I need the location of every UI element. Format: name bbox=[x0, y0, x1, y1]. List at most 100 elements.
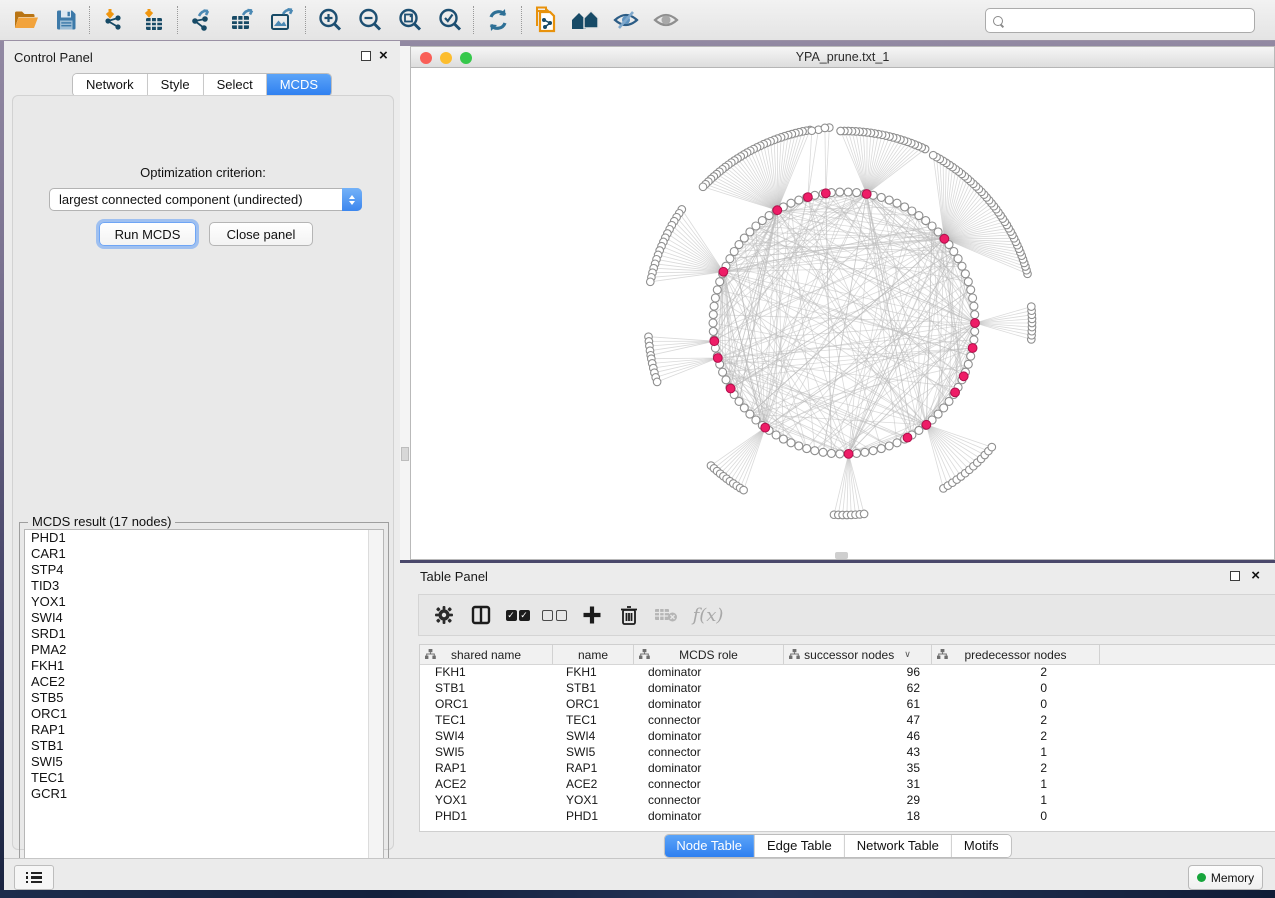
ring-node[interactable] bbox=[967, 352, 975, 360]
connector-node[interactable] bbox=[951, 388, 960, 397]
tab-select[interactable]: Select bbox=[204, 74, 267, 96]
open-file-icon[interactable] bbox=[6, 4, 46, 36]
fan-node[interactable] bbox=[1028, 303, 1036, 311]
ring-node[interactable] bbox=[853, 189, 861, 197]
fan-node[interactable] bbox=[821, 124, 829, 132]
fan-node[interactable] bbox=[740, 486, 748, 494]
mcds-result-item[interactable]: SWI5 bbox=[25, 754, 383, 770]
column-settings-icon[interactable] bbox=[425, 599, 462, 631]
tab-edge-table[interactable]: Edge Table bbox=[755, 835, 845, 857]
ring-node[interactable] bbox=[819, 448, 827, 456]
dominator-hub-node[interactable] bbox=[804, 193, 813, 202]
ring-node[interactable] bbox=[772, 431, 780, 439]
fan-node[interactable] bbox=[808, 127, 816, 135]
ring-node[interactable] bbox=[861, 448, 869, 456]
zoom-out-icon[interactable] bbox=[350, 4, 390, 36]
float-table-panel-icon[interactable] bbox=[1230, 571, 1240, 581]
table-row[interactable]: SWI4SWI4dominator462 bbox=[420, 729, 1275, 745]
ring-node[interactable] bbox=[827, 449, 835, 457]
ring-node[interactable] bbox=[885, 442, 893, 450]
ring-node[interactable] bbox=[893, 439, 901, 447]
connector-node[interactable] bbox=[726, 384, 735, 393]
close-table-panel-icon[interactable]: × bbox=[1251, 571, 1260, 581]
optimization-criterion-select[interactable]: largest connected component (undirected) bbox=[49, 188, 362, 211]
dominator-hub-node[interactable] bbox=[821, 189, 830, 198]
ring-node[interactable] bbox=[811, 447, 819, 455]
ring-node[interactable] bbox=[795, 442, 803, 450]
ring-node[interactable] bbox=[726, 255, 734, 263]
network-view-titlebar[interactable]: YPA_prune.txt_1 bbox=[411, 47, 1274, 68]
mcds-list-scrollbar[interactable] bbox=[368, 530, 383, 889]
import-table-icon[interactable] bbox=[134, 4, 174, 36]
add-column-icon[interactable] bbox=[573, 599, 610, 631]
network-vertical-scroll-thumb[interactable] bbox=[401, 447, 409, 461]
ring-node[interactable] bbox=[969, 294, 977, 302]
column-header[interactable]: shared name bbox=[420, 645, 553, 664]
mcds-result-item[interactable]: PHD1 bbox=[25, 530, 383, 546]
tab-motifs[interactable]: Motifs bbox=[952, 835, 1011, 857]
mcds-result-item[interactable]: SRD1 bbox=[25, 626, 383, 642]
fan-node[interactable] bbox=[929, 151, 937, 159]
mcds-result-item[interactable]: CAR1 bbox=[25, 546, 383, 562]
import-network-icon[interactable] bbox=[94, 4, 134, 36]
ring-node[interactable] bbox=[908, 207, 916, 215]
connector-node[interactable] bbox=[959, 372, 968, 381]
ring-node[interactable] bbox=[922, 217, 930, 225]
mcds-result-item[interactable]: YOX1 bbox=[25, 594, 383, 610]
hide-selected-icon[interactable] bbox=[606, 4, 646, 36]
select-all-checkbox-icon[interactable]: ✓ ✓ bbox=[499, 599, 536, 631]
show-task-history-button[interactable] bbox=[14, 865, 54, 890]
ring-node[interactable] bbox=[958, 262, 966, 270]
export-table-icon[interactable] bbox=[222, 4, 262, 36]
mcds-result-item[interactable]: STB1 bbox=[25, 738, 383, 754]
close-panel-button[interactable]: Close panel bbox=[209, 222, 313, 246]
mcds-result-item[interactable]: SWI4 bbox=[25, 610, 383, 626]
zoom-fit-icon[interactable] bbox=[390, 4, 430, 36]
ring-node[interactable] bbox=[915, 212, 923, 220]
mcds-result-item[interactable]: TID3 bbox=[25, 578, 383, 594]
ring-node[interactable] bbox=[836, 188, 844, 196]
tab-network-table[interactable]: Network Table bbox=[845, 835, 952, 857]
dominator-hub-node[interactable] bbox=[761, 423, 770, 432]
mcds-result-item[interactable]: ORC1 bbox=[25, 706, 383, 722]
fan-node[interactable] bbox=[653, 378, 661, 386]
table-row[interactable]: STB1STB1dominator620 bbox=[420, 681, 1275, 697]
mcds-result-item[interactable]: PMA2 bbox=[25, 642, 383, 658]
run-mcds-button[interactable]: Run MCDS bbox=[99, 222, 196, 246]
ring-node[interactable] bbox=[711, 294, 719, 302]
ring-node[interactable] bbox=[893, 199, 901, 207]
ring-node[interactable] bbox=[853, 449, 861, 457]
ring-node[interactable] bbox=[779, 435, 787, 443]
ring-node[interactable] bbox=[961, 270, 969, 278]
refresh-icon[interactable] bbox=[478, 4, 518, 36]
mcds-result-item[interactable]: STP4 bbox=[25, 562, 383, 578]
column-header[interactable]: MCDS role bbox=[634, 645, 784, 664]
mcds-result-item[interactable]: ACE2 bbox=[25, 674, 383, 690]
mcds-result-item[interactable]: RAP1 bbox=[25, 722, 383, 738]
first-neighbors-icon[interactable] bbox=[566, 4, 606, 36]
save-session-icon[interactable] bbox=[46, 4, 86, 36]
export-image-icon[interactable] bbox=[262, 4, 302, 36]
ring-node[interactable] bbox=[803, 445, 811, 453]
dominator-hub-node[interactable] bbox=[710, 337, 719, 346]
dominator-hub-node[interactable] bbox=[713, 354, 722, 363]
table-row[interactable]: TEC1TEC1connector472 bbox=[420, 713, 1275, 729]
show-all-icon[interactable] bbox=[646, 4, 686, 36]
dominator-hub-node[interactable] bbox=[773, 206, 782, 215]
ring-node[interactable] bbox=[967, 286, 975, 294]
ring-node[interactable] bbox=[709, 311, 717, 319]
fan-node[interactable] bbox=[837, 127, 845, 135]
column-header[interactable]: name bbox=[553, 645, 634, 664]
mcds-result-item[interactable]: TEC1 bbox=[25, 770, 383, 786]
network-vertical-scrollbar[interactable] bbox=[400, 46, 410, 560]
delete-table-icon[interactable] bbox=[647, 599, 684, 631]
ring-node[interactable] bbox=[970, 336, 978, 344]
dominator-hub-node[interactable] bbox=[719, 267, 728, 276]
table-row[interactable]: ORC1ORC1dominator610 bbox=[420, 697, 1275, 713]
ring-node[interactable] bbox=[735, 241, 743, 249]
search-input[interactable] bbox=[1009, 11, 1248, 31]
ring-node[interactable] bbox=[836, 450, 844, 458]
memory-button[interactable]: Memory bbox=[1188, 865, 1263, 890]
ring-node[interactable] bbox=[722, 376, 730, 384]
fan-node[interactable] bbox=[988, 443, 996, 451]
